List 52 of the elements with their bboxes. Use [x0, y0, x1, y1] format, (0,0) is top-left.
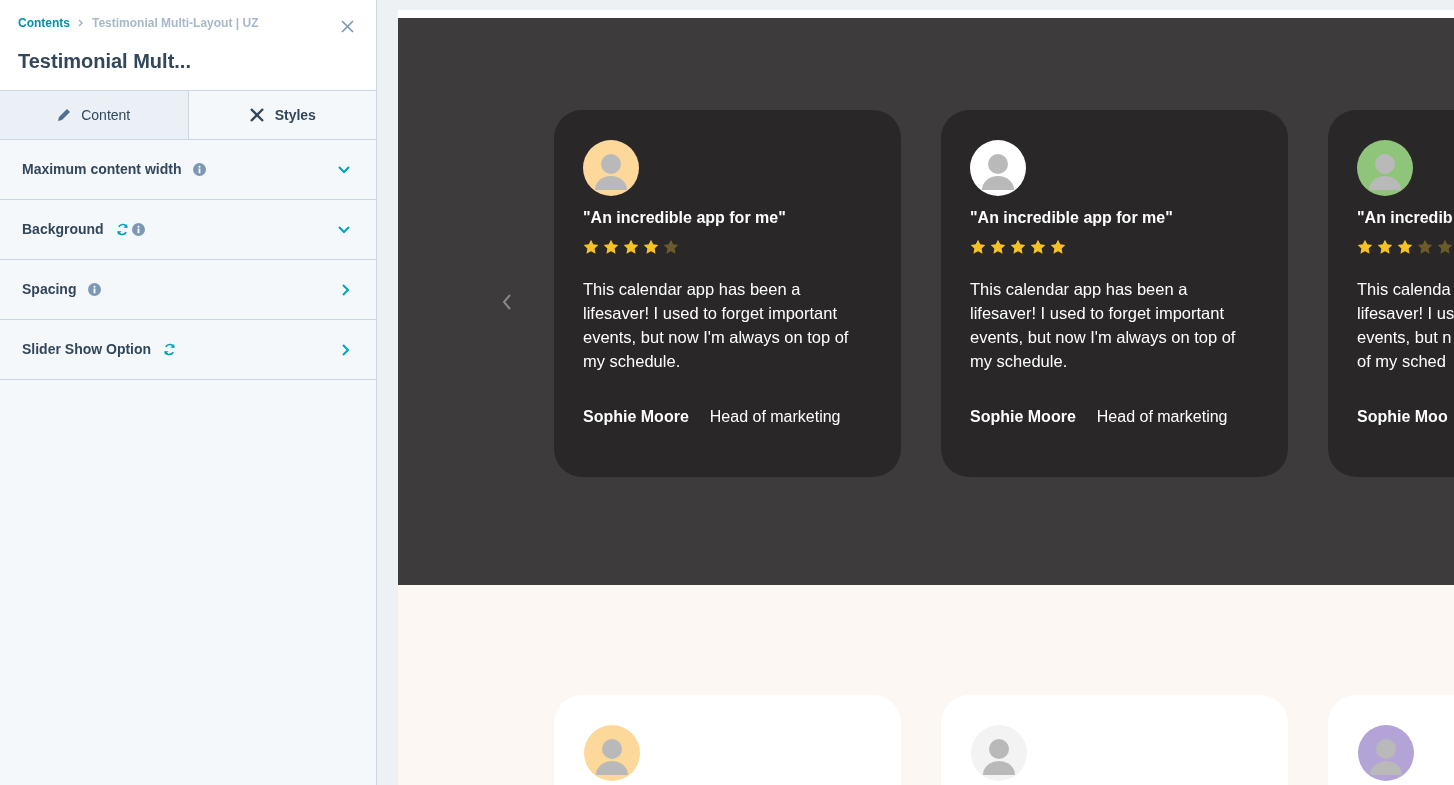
- star-icon: [603, 239, 619, 255]
- chevron-left-icon: [502, 292, 512, 311]
- breadcrumb-link[interactable]: Contents: [18, 14, 70, 32]
- author-role: Head of marketing: [1096, 407, 1228, 427]
- avatar: [584, 725, 640, 781]
- author-name: Sophie Moore: [583, 407, 689, 427]
- author-name: Sophie Moore: [970, 407, 1076, 427]
- testimonial-title: "An incredible app for me": [970, 208, 1174, 228]
- author-name: Sophie Moo: [1357, 407, 1448, 427]
- breadcrumb-current: Testimonial Multi-Layout | UZ: [92, 15, 259, 32]
- testimonial-text: This calendar app has been a lifesaver! I used to forget important events, but now I'm always on top of my schedule.: [970, 279, 1237, 372]
- star-icon: [1030, 239, 1046, 255]
- star-icon: [1050, 239, 1066, 255]
- pencil-icon: [57, 108, 72, 122]
- accordion-header[interactable]: Maximum content width: [0, 140, 376, 200]
- star-icon: [970, 239, 986, 255]
- author-role: Head of marketing: [709, 407, 841, 427]
- accordion-header[interactable]: Spacing: [0, 260, 376, 320]
- star-icon: [623, 239, 639, 255]
- accordion-header[interactable]: Background: [0, 200, 376, 260]
- avatar: [971, 725, 1027, 781]
- chevron-right-icon: [342, 283, 350, 296]
- section-label: Spacing: [22, 280, 77, 299]
- section-label: Background: [22, 220, 104, 239]
- star-icon: [1377, 239, 1393, 255]
- section-label: Slider Show Option: [22, 340, 152, 359]
- chevron-right-icon: [342, 343, 350, 356]
- panel-title: Testimonial Mult...: [18, 49, 192, 74]
- star-icon: [990, 239, 1006, 255]
- testimonial-title: "An incredible app for me": [583, 208, 787, 228]
- chevron-right-icon: [78, 19, 84, 27]
- star-icon: [1437, 239, 1453, 255]
- chevron-down-icon: [338, 225, 350, 234]
- section-label: Maximum content width: [22, 160, 182, 179]
- testimonial-text: This calendar app has been a lifesaver! I used to forget important events, but now I'm always on top of my schedule.: [583, 279, 850, 372]
- chevron-down-icon: [338, 165, 350, 174]
- avatar: [970, 140, 1026, 196]
- avatar: [1358, 725, 1414, 781]
- testimonial-text: This calenda lifesaver! I us events, but n of my sched: [1357, 279, 1454, 372]
- star-icon: [663, 239, 679, 255]
- accordion-header[interactable]: Slider Show Option: [0, 320, 376, 380]
- star-icon: [583, 239, 599, 255]
- avatar: [583, 140, 639, 196]
- testimonial-title: "An incredib: [1357, 208, 1454, 228]
- tab[interactable]: Content: [0, 91, 189, 139]
- star-icon: [1010, 239, 1026, 255]
- star-icon: [1357, 239, 1373, 255]
- star-icon: [643, 239, 659, 255]
- crossed-tools-icon: [248, 107, 265, 123]
- star-icon: [1397, 239, 1413, 255]
- avatar: [1357, 140, 1413, 196]
- star-icon: [1417, 239, 1433, 255]
